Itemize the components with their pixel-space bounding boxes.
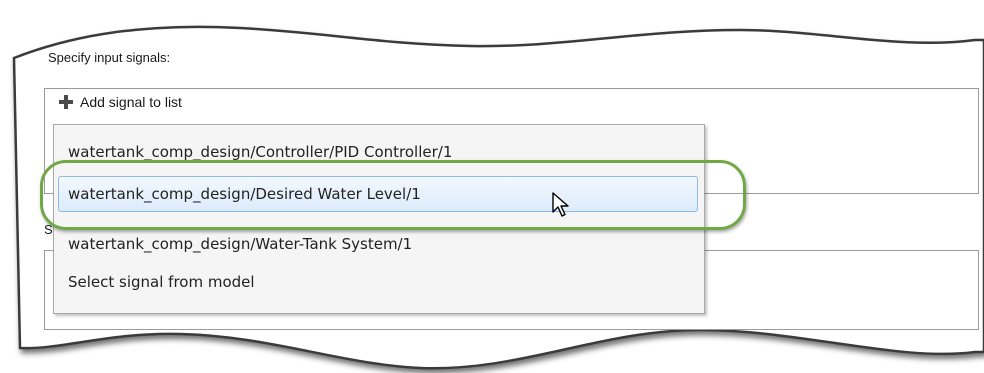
mouse-pointer-icon [552,192,569,217]
add-signal-label: Add signal to list [80,94,182,110]
add-signal-button[interactable]: Add signal to list [58,92,182,112]
menu-item-pid-controller[interactable]: watertank_comp_design/Controller/PID Con… [68,143,452,161]
plus-icon [59,95,73,109]
menu-item-water-tank-system[interactable]: watertank_comp_design/Water-Tank System/… [68,235,412,253]
menu-item-select-from-model[interactable]: Select signal from model [68,273,255,291]
callout-highlight-ring [40,160,746,230]
dialog-fragment: Specify input signals: Add signal to lis… [0,0,984,373]
input-signals-label: Specify input signals: [48,50,171,65]
